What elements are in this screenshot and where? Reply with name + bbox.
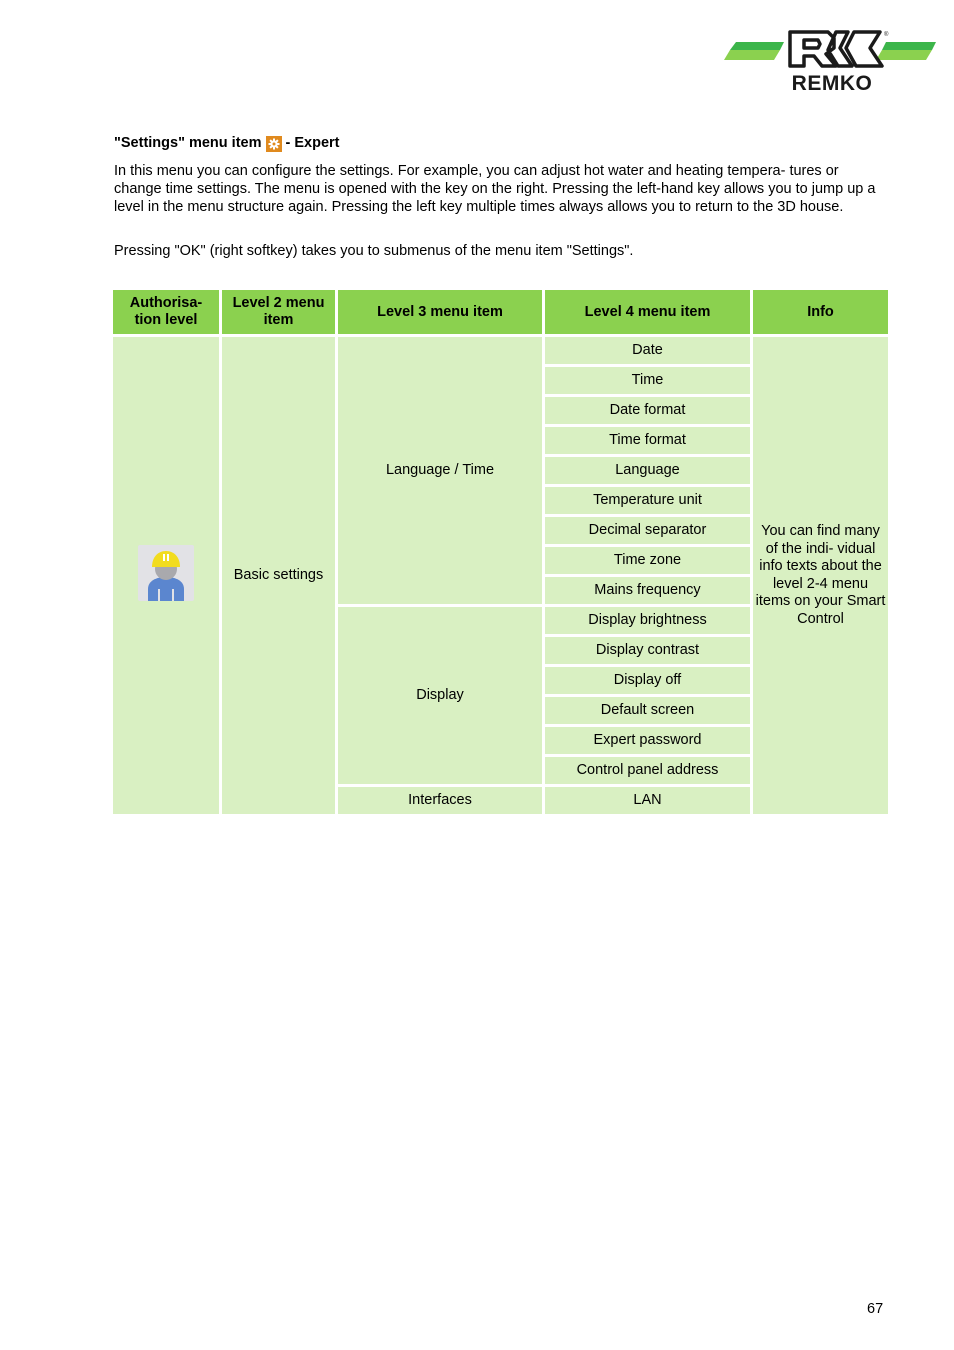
header-level4: Level 4 menu item (545, 290, 750, 334)
level4-cell: Expert password (545, 727, 750, 754)
logo-stripe-left-top (730, 42, 784, 50)
logo-stripe-right-top (882, 42, 936, 50)
section-heading: "Settings" menu item - Expert (114, 135, 340, 152)
heading-prefix: "Settings" menu item (114, 135, 262, 151)
table-header-row: Authorisa- tion level Level 2 menu item … (113, 290, 888, 334)
level4-cell: Date (545, 337, 750, 364)
header-level2: Level 2 menu item (222, 290, 335, 334)
header-authorisation-level: Authorisa- tion level (113, 290, 219, 334)
level4-cell: Mains frequency (545, 577, 750, 604)
level4-cell: Decimal separator (545, 517, 750, 544)
logo-registered-mark: ® (884, 31, 889, 38)
header-info: Info (753, 290, 888, 334)
page-number: 67 (867, 1301, 884, 1317)
level4-cell: Time format (545, 427, 750, 454)
expert-technician-icon (138, 544, 194, 607)
level4-cell: Control panel address (545, 757, 750, 784)
ok-paragraph: Pressing "OK" (right softkey) takes you … (114, 243, 634, 259)
level4-cell: Display contrast (545, 637, 750, 664)
remko-logo: ® REMKO (724, 30, 936, 94)
level4-cell: LAN (545, 787, 750, 814)
level3-cell: Language / Time (338, 337, 542, 604)
authorisation-cell (113, 337, 219, 814)
level3-cell: Display (338, 607, 542, 784)
level4-cell: Language (545, 457, 750, 484)
settings-menu-table: Authorisa- tion level Level 2 menu item … (110, 287, 891, 817)
level2-cell: Basic settings (222, 337, 335, 814)
logo-stripe-left-bottom (724, 50, 780, 60)
level4-cell: Time zone (545, 547, 750, 574)
level4-cell: Time (545, 367, 750, 394)
heading-suffix: - Expert (285, 135, 340, 151)
intro-paragraph: In this menu you can configure the setti… (114, 163, 876, 215)
level4-cell: Default screen (545, 697, 750, 724)
info-cell: You can find many of the indi- vidual in… (753, 337, 888, 814)
logo-rk-mark (788, 30, 884, 68)
logo-wordmark: REMKO (792, 72, 873, 94)
logo-stripe-right-bottom (876, 50, 932, 60)
level4-cell: Date format (545, 397, 750, 424)
level4-cell: Temperature unit (545, 487, 750, 514)
gear-icon (265, 136, 282, 152)
level4-cell: Display brightness (545, 607, 750, 634)
level4-cell: Display off (545, 667, 750, 694)
table-row: Basic settings Language / Time Date You … (113, 337, 888, 814)
header-level3: Level 3 menu item (338, 290, 542, 334)
level3-cell: Interfaces (338, 787, 542, 814)
